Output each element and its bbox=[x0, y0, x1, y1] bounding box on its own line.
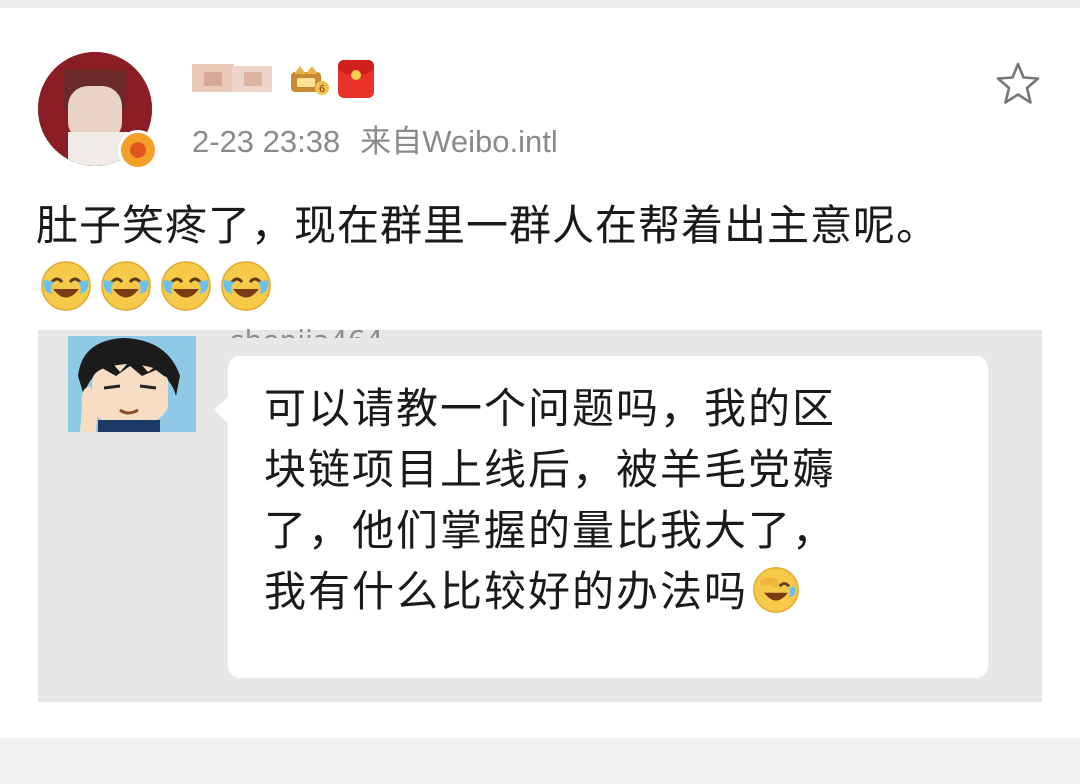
username-blur-block bbox=[204, 72, 222, 86]
cartoon-boy-avatar-icon bbox=[68, 336, 196, 432]
star-icon[interactable] bbox=[994, 60, 1042, 108]
username-blur-block bbox=[244, 72, 262, 86]
chat-message-line-text: 我有什么比较好的办法吗 bbox=[264, 567, 749, 616]
chat-avatar[interactable] bbox=[68, 336, 196, 432]
emoji-row bbox=[40, 260, 272, 314]
red-packet-icon[interactable] bbox=[338, 60, 374, 98]
post-timestamp: 2-23 23:38 bbox=[192, 124, 341, 159]
chat-message-line: 可以请教一个问题吗，我的区 bbox=[264, 384, 837, 433]
post-header: 6 2-23 23:38 来自Weibo.intl bbox=[0, 0, 1080, 170]
username-blurred[interactable] bbox=[192, 60, 276, 96]
chat-message-line: 块链项目上线后，被羊毛党薅 bbox=[264, 445, 837, 494]
svg-text:6: 6 bbox=[319, 84, 325, 95]
post-text: 肚子笑疼了，现在群里一群人在帮着出主意呢。 bbox=[36, 201, 940, 250]
laugh-cry-emoji-icon bbox=[101, 261, 151, 311]
laugh-cry-emoji-icon bbox=[221, 261, 271, 311]
crown-vip-icon[interactable]: 6 bbox=[290, 62, 330, 96]
chat-message-bubble: 可以请教一个问题吗，我的区 块链项目上线后，被羊毛党薅 了，他们掌握的量比我大了… bbox=[214, 356, 988, 678]
chat-message-line: 了，他们掌握的量比我大了， bbox=[264, 506, 837, 555]
facepalm-laugh-emoji-icon bbox=[753, 567, 799, 613]
chat-sender-name: shenjia464 bbox=[230, 316, 383, 338]
chat-message-line-last: 我有什么比较好的办法吗 bbox=[264, 561, 958, 622]
avatar-badge-icon bbox=[118, 130, 158, 170]
post-source[interactable]: 来自Weibo.intl bbox=[360, 124, 558, 159]
laugh-cry-emoji-icon bbox=[41, 261, 91, 311]
post-meta: 2-23 23:38 来自Weibo.intl bbox=[192, 116, 558, 161]
bottom-divider bbox=[0, 738, 1080, 784]
laugh-cry-emoji-icon bbox=[161, 261, 211, 311]
